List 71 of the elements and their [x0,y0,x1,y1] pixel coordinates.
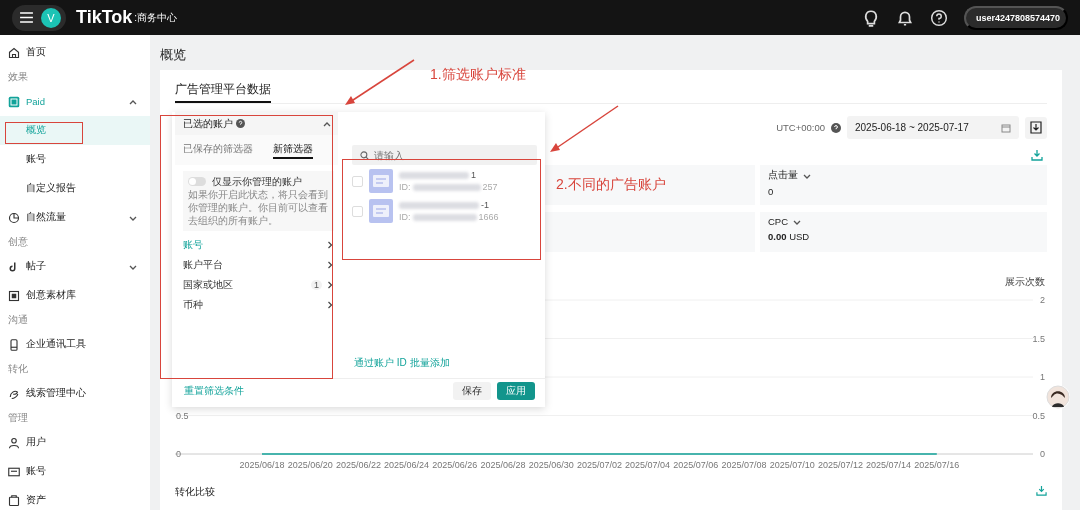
metric-label[interactable]: 点击量 [768,169,798,182]
sidebar-item[interactable]: 帖子 [0,252,150,281]
timezone-label: UTC+00:00 [776,122,825,133]
axis-label: 2025/07/10 [769,460,815,470]
filter-tab[interactable]: 新筛选器 [273,143,313,159]
axis-label: 0 [176,449,181,459]
sidebar-item[interactable]: 自然流量 [0,203,150,232]
filter-title: 已选的账户 [183,116,233,131]
sidebar-item[interactable]: 线索管理中心 [0,379,150,408]
filter-tab[interactable]: 已保存的筛选器 [183,143,253,159]
filter-item[interactable]: 币种 [175,295,338,315]
account-id: 1666 [478,212,499,222]
axis-label: 0.5 [1032,410,1045,421]
sidebar-item[interactable]: 创意素材库 [0,281,150,310]
axis-title: 展示次数 [1005,276,1045,287]
logo-subtitle: :商务中心 [134,10,178,25]
id-label: ID: [399,212,411,222]
page-title: 概览 [160,47,186,62]
axis-label: 2025/06/24 [384,460,430,470]
id-label: ID: [399,182,411,192]
card-tab[interactable]: 广告管理平台数据 [175,70,271,103]
axis-label: 0.5 [176,410,189,421]
toggle-label: 仅显示你管理的账户 [212,175,302,188]
axis-label: 2025/06/30 [528,460,574,470]
annotation-text: 2.不同的广告账户 [556,176,666,194]
axis-label: 1.5 [1032,333,1045,344]
sidebar-subitem[interactable]: 账号 [0,145,150,174]
account-id: 257 [482,182,498,192]
axis-label: 0 [1040,449,1045,459]
axis-label: 2025/06/28 [480,460,526,470]
axis-label: 2025/07/02 [576,460,622,470]
axis-label: 2025/06/26 [432,460,478,470]
count-badge: 1 [311,280,322,290]
axis-label: 2025/06/18 [239,460,285,470]
section-label: 效果 [8,70,28,84]
annotation-text: 1.筛选账户标准 [430,66,526,84]
metric-label[interactable]: CPC [768,216,789,227]
sidebar-item[interactable]: 企业通讯工具 [0,330,150,359]
apply-button[interactable]: 应用 [497,382,535,400]
section-title: 转化比较 [175,485,215,499]
filter-item[interactable]: 账户平台 [175,255,338,275]
sidebar-item[interactable]: 首页 [0,38,150,67]
metric-value: 0.00 USD [768,231,811,242]
axis-label: 1 [1040,372,1045,382]
sidebar-item[interactable]: 用户 [0,428,150,457]
sidebar-item[interactable]: 账号 [0,457,150,486]
account-menu[interactable]: user4247808574470 [964,5,1068,30]
section-label: 转化 [8,362,28,376]
sidebar-subitem[interactable]: 自定义报告 [0,174,150,203]
date-range-picker[interactable]: 2025-06-18 ~ 2025-07-17 [847,116,1019,139]
filter-header[interactable]: 已选的账户 [175,112,338,135]
axis-label: 2025/07/06 [673,460,719,470]
axis-label: 2025/07/04 [625,460,671,470]
filter-item[interactable]: 国家或地区 1 [175,275,338,295]
section-label: 管理 [8,411,28,425]
save-button[interactable]: 保存 [453,382,491,400]
axis-label: 2025/07/14 [866,460,912,470]
axis-label: 2025/06/22 [335,460,381,470]
axis-label: 2025/07/08 [721,460,767,470]
account-name: -1 [481,200,489,210]
description-text: 如果你开启此状态，将只会看到你管理的账户。你目前可以查看去组织的所有账户。 [188,188,329,227]
logo: TikTok [76,7,133,28]
section-label: 创意 [8,235,28,249]
axis-label: 2 [1040,295,1045,305]
axis-label: 2025/06/20 [287,460,333,470]
metric-value: 0 [768,186,775,197]
axis-label: 2025/07/16 [914,460,960,470]
account-name: 1 [471,170,476,180]
section-label: 沟通 [8,313,28,327]
axis-label: 2025/07/12 [817,460,863,470]
sidebar-item[interactable]: 资产 [0,486,150,510]
